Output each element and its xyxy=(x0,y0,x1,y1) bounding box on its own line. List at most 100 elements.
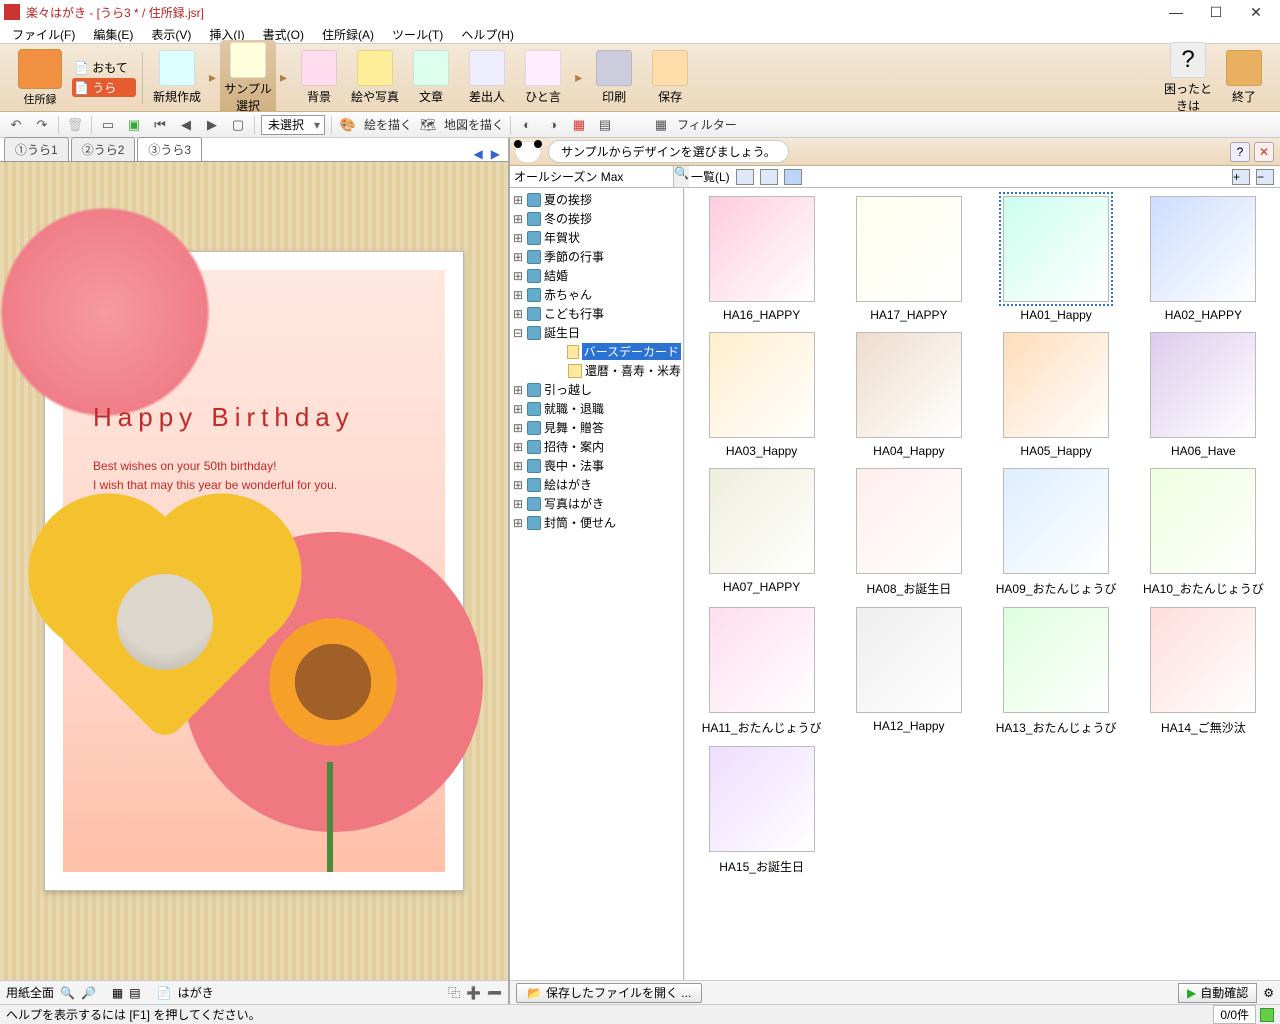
ribbon-save[interactable]: 保存 xyxy=(642,50,698,105)
thumbnail[interactable]: HA03_Happy xyxy=(693,332,830,458)
tree-node[interactable]: ⊟誕生日 xyxy=(510,323,683,342)
align-button[interactable]: ▭ xyxy=(98,115,118,135)
menu-address[interactable]: 住所録(A) xyxy=(314,24,382,43)
zoom-in-thumb[interactable]: + xyxy=(1232,169,1250,185)
thumbnail[interactable]: HA11_おたんじょうび xyxy=(693,607,830,736)
minimize-button[interactable]: — xyxy=(1156,4,1196,20)
zoom-in-icon[interactable]: 🔍 xyxy=(60,986,75,1000)
delete-button[interactable]: 🗑 xyxy=(65,115,85,135)
menu-file[interactable]: ファイル(F) xyxy=(4,24,83,43)
tree-node[interactable]: ⊞冬の挨拶 xyxy=(510,209,683,228)
tree-node[interactable]: ⊞写真はがき xyxy=(510,494,683,513)
thumbnail[interactable]: HA09_おたんじょうび xyxy=(988,468,1125,597)
ribbon-help[interactable]: ?困ったときは xyxy=(1160,42,1216,114)
ribbon-exit[interactable]: 終了 xyxy=(1216,50,1272,105)
thumbnail[interactable]: HA05_Happy xyxy=(988,332,1125,458)
thumbnail[interactable]: HA07_HAPPY xyxy=(693,468,830,597)
hint-close-button[interactable]: ✕ xyxy=(1254,142,1274,162)
redo-button[interactable]: ↷ xyxy=(32,115,52,135)
menu-help[interactable]: ヘルプ(H) xyxy=(453,24,522,43)
side-ura[interactable]: 📄 うら xyxy=(72,78,136,97)
undo-button[interactable]: ↶ xyxy=(6,115,26,135)
tree-node[interactable]: ⊞季節の行事 xyxy=(510,247,683,266)
filter-icon[interactable]: ▦ xyxy=(651,115,671,135)
view-large-icon[interactable] xyxy=(736,169,754,185)
side-omote[interactable]: 📄 おもて xyxy=(72,58,136,77)
grid-icon[interactable]: ▦ xyxy=(112,986,123,1000)
doc-icon[interactable]: 📄 xyxy=(157,986,172,1000)
select-all[interactable]: ▢ xyxy=(228,115,248,135)
ribbon-print[interactable]: 印刷 xyxy=(586,50,642,105)
thumbnail[interactable]: HA13_おたんじょうび xyxy=(988,607,1125,736)
thumbnail[interactable]: HA10_おたんじょうび xyxy=(1135,468,1272,597)
ribbon-text[interactable]: 文章 xyxy=(403,50,459,105)
menu-tools[interactable]: ツール(T) xyxy=(384,24,451,43)
ribbon-picture[interactable]: 絵や写真 xyxy=(347,50,403,105)
tree-node[interactable]: ⊞こども行事 xyxy=(510,304,683,323)
tabs-next[interactable]: ▶ xyxy=(487,147,504,161)
zoom-out-icon[interactable]: 🔎 xyxy=(81,986,96,1000)
ribbon-addressbook[interactable]: 住所録 xyxy=(8,49,72,107)
add-page-icon[interactable]: ➕ xyxy=(466,986,481,1000)
nav-next[interactable]: ▶ xyxy=(202,115,222,135)
tab-ura1[interactable]: ①うら1 xyxy=(4,137,69,161)
filter-label[interactable]: フィルター xyxy=(677,116,737,133)
thumbnail[interactable]: HA17_HAPPY xyxy=(840,196,977,322)
thumbnail[interactable]: HA16_HAPPY xyxy=(693,196,830,322)
menu-view[interactable]: 表示(V) xyxy=(143,24,199,43)
tree-node[interactable]: ⊞見舞・贈答 xyxy=(510,418,683,437)
category-tree[interactable]: ⊞夏の挨拶⊞冬の挨拶⊞年賀状⊞季節の行事⊞結婚⊞赤ちゃん⊞こども行事⊟誕生日バー… xyxy=(510,188,683,980)
paper-mode[interactable]: 用紙全面 xyxy=(6,984,54,1001)
thumbnail[interactable]: HA14_ご無沙汰 xyxy=(1135,607,1272,736)
tool-b[interactable]: ◑ xyxy=(543,115,563,135)
tree-node[interactable]: ⊞引っ越し xyxy=(510,380,683,399)
auto-confirm-button[interactable]: ▶自動確認 xyxy=(1178,983,1257,1003)
tree-node[interactable]: ⊞赤ちゃん xyxy=(510,285,683,304)
tool-a[interactable]: ◐ xyxy=(517,115,537,135)
design-canvas[interactable]: Happy Birthday Best wishes on your 50th … xyxy=(0,162,508,980)
tree-node[interactable]: ⊞封筒・便せん xyxy=(510,513,683,532)
view-small-icon[interactable] xyxy=(760,169,778,185)
ribbon-sender[interactable]: 差出人 xyxy=(459,50,515,105)
close-button[interactable]: ✕ xyxy=(1236,4,1276,21)
tree-node[interactable]: ⊞就職・退職 xyxy=(510,399,683,418)
thumbnail[interactable]: HA12_Happy xyxy=(840,607,977,736)
ribbon-background[interactable]: 背景 xyxy=(291,50,347,105)
tab-ura2[interactable]: ②うら2 xyxy=(71,137,136,161)
tree-node[interactable]: 還暦・喜寿・米寿 xyxy=(510,361,683,380)
ribbon-message[interactable]: ひと言 xyxy=(515,50,571,105)
thumbnail[interactable]: HA01_Happy xyxy=(988,196,1125,322)
tab-ura3[interactable]: ③うら3 xyxy=(137,137,202,161)
zoom-out-thumb[interactable]: − xyxy=(1256,169,1274,185)
thumbnail[interactable]: HA04_Happy xyxy=(840,332,977,458)
map-icon[interactable]: 🗺 xyxy=(418,115,438,135)
tree-node[interactable]: ⊞年賀状 xyxy=(510,228,683,247)
tabs-prev[interactable]: ◀ xyxy=(470,147,487,161)
menu-edit[interactable]: 編集(E) xyxy=(85,24,141,43)
settings-icon[interactable]: ⚙ xyxy=(1263,986,1274,1000)
ruler-icon[interactable]: ▤ xyxy=(129,986,140,1000)
tree-node[interactable]: ⊞絵はがき xyxy=(510,475,683,494)
thumbnail[interactable]: HA02_HAPPY xyxy=(1135,196,1272,322)
draw-label[interactable]: 絵を描く xyxy=(364,116,412,133)
tree-node[interactable]: ⊞夏の挨拶 xyxy=(510,190,683,209)
copy-page-icon[interactable]: ⿻ xyxy=(448,984,460,1001)
open-saved-file-button[interactable]: 📂 保存したファイルを開く ... xyxy=(516,983,702,1003)
palette-icon[interactable]: 🎨 xyxy=(338,115,358,135)
nav-prev[interactable]: ◀ xyxy=(176,115,196,135)
view-list-icon[interactable] xyxy=(784,169,802,185)
tree-node[interactable]: バースデーカード xyxy=(510,342,683,361)
maximize-button[interactable]: ☐ xyxy=(1196,4,1236,21)
tree-node[interactable]: ⊞結婚 xyxy=(510,266,683,285)
tree-node[interactable]: ⊞喪中・法事 xyxy=(510,456,683,475)
hint-help-button[interactable]: ? xyxy=(1230,142,1250,162)
fit-button[interactable]: ▣ xyxy=(124,115,144,135)
nav-first[interactable]: ⏮ xyxy=(150,115,170,135)
thumbnail[interactable]: HA15_お誕生日 xyxy=(693,746,830,875)
tree-node[interactable]: ⊞招待・案内 xyxy=(510,437,683,456)
ribbon-new[interactable]: 新規作成 xyxy=(149,50,205,105)
selection-combo[interactable]: 未選択 xyxy=(261,115,325,135)
paper-type[interactable]: はがき xyxy=(178,984,214,1001)
tool-c[interactable]: ▦ xyxy=(569,115,589,135)
thumbnail[interactable]: HA08_お誕生日 xyxy=(840,468,977,597)
